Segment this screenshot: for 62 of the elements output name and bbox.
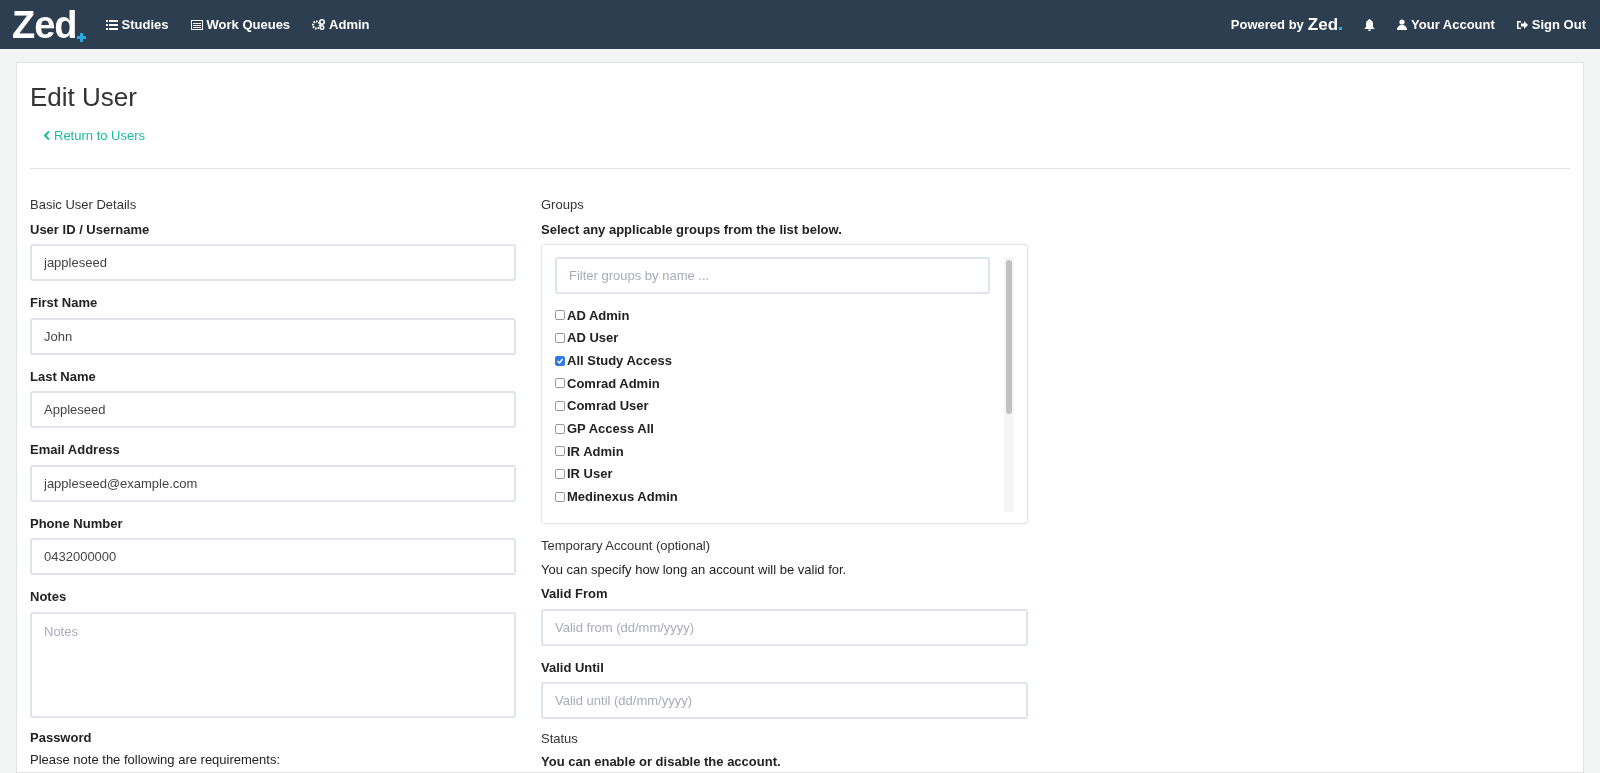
checkbox[interactable] (555, 446, 565, 457)
text-field[interactable]: John (30, 317, 516, 355)
scrollbar[interactable] (1004, 257, 1014, 512)
group-label: IR User (567, 465, 613, 484)
date-field[interactable]: Valid until (dd/mm/yyyy) (541, 682, 1028, 719)
field-label: First Name (30, 294, 99, 312)
nav-link[interactable]: Studies (105, 14, 169, 35)
checkbox[interactable] (555, 401, 565, 412)
text-field[interactable]: jappleseed (30, 244, 516, 281)
sign-out-icon (1516, 19, 1528, 30)
user-icon (1397, 19, 1408, 30)
logo: Zed (1307, 13, 1339, 36)
group-label: IR Admin (567, 442, 624, 461)
gears-icon (312, 19, 326, 30)
bell-icon[interactable] (1364, 18, 1376, 31)
field-label: Phone Number (30, 514, 124, 533)
checkbox[interactable] (555, 355, 565, 366)
field-label: Notes (30, 588, 68, 606)
field-label: You can enable or disable the account. (541, 752, 782, 771)
filter-field[interactable]: Filter groups by name ... (555, 257, 990, 294)
field-label: Valid From (541, 585, 609, 603)
chevron-left-icon (44, 130, 50, 140)
text-field[interactable]: jappleseed@example.com (30, 464, 516, 502)
list-icon (105, 19, 118, 30)
nav-link[interactable]: Work Queues (190, 14, 291, 35)
table-icon (190, 19, 203, 30)
plus-icon (76, 32, 86, 42)
sign-out-link[interactable]: Sign Out (1516, 14, 1586, 35)
section-heading: Basic User Details (30, 196, 138, 214)
group-label: GP Access All (567, 420, 654, 439)
text-field[interactable]: Appleseed (30, 391, 516, 428)
section-heading: Temporary Account (optional) (541, 537, 712, 555)
checkbox[interactable] (555, 378, 565, 389)
checkbox[interactable] (555, 469, 565, 480)
checkbox[interactable] (555, 333, 565, 344)
page-title: Edit User (30, 81, 138, 114)
checkbox[interactable] (555, 491, 565, 502)
section-heading: Groups (541, 196, 585, 214)
group-label: AD User (567, 329, 619, 348)
group-label: Comrad User (567, 397, 649, 416)
field-label: Last Name (30, 367, 97, 386)
field-label: User ID / Username (30, 220, 151, 239)
group-label: AD Admin (567, 306, 630, 325)
group-label: Comrad Admin (567, 374, 660, 393)
help-text: You can specify how long an account will be valid for. (541, 560, 848, 579)
nav-link[interactable]: Admin (312, 14, 370, 35)
logo[interactable]: Zed (12, 5, 77, 44)
account-link[interactable]: Your Account (1397, 14, 1495, 35)
field-label: Select any applicable groups from the list below. (541, 220, 843, 239)
field-label: Email Address (30, 441, 121, 459)
text-field[interactable]: 0432000000 (30, 538, 516, 575)
section-heading: Status (541, 730, 579, 748)
requirements-text: Please note the following are requirements: (30, 751, 282, 769)
checkbox[interactable] (555, 423, 565, 434)
checkbox[interactable] (555, 310, 565, 321)
notes-field[interactable]: Notes (30, 611, 516, 718)
powered-by-text: Powered by (1230, 15, 1304, 34)
field-label: Valid Until (541, 658, 605, 677)
field-label: Password (30, 728, 93, 747)
group-label: All Study Access (567, 351, 672, 370)
date-field[interactable]: Valid from (dd/mm/yyyy) (541, 608, 1028, 646)
group-label: Medinexus Admin (567, 488, 678, 507)
